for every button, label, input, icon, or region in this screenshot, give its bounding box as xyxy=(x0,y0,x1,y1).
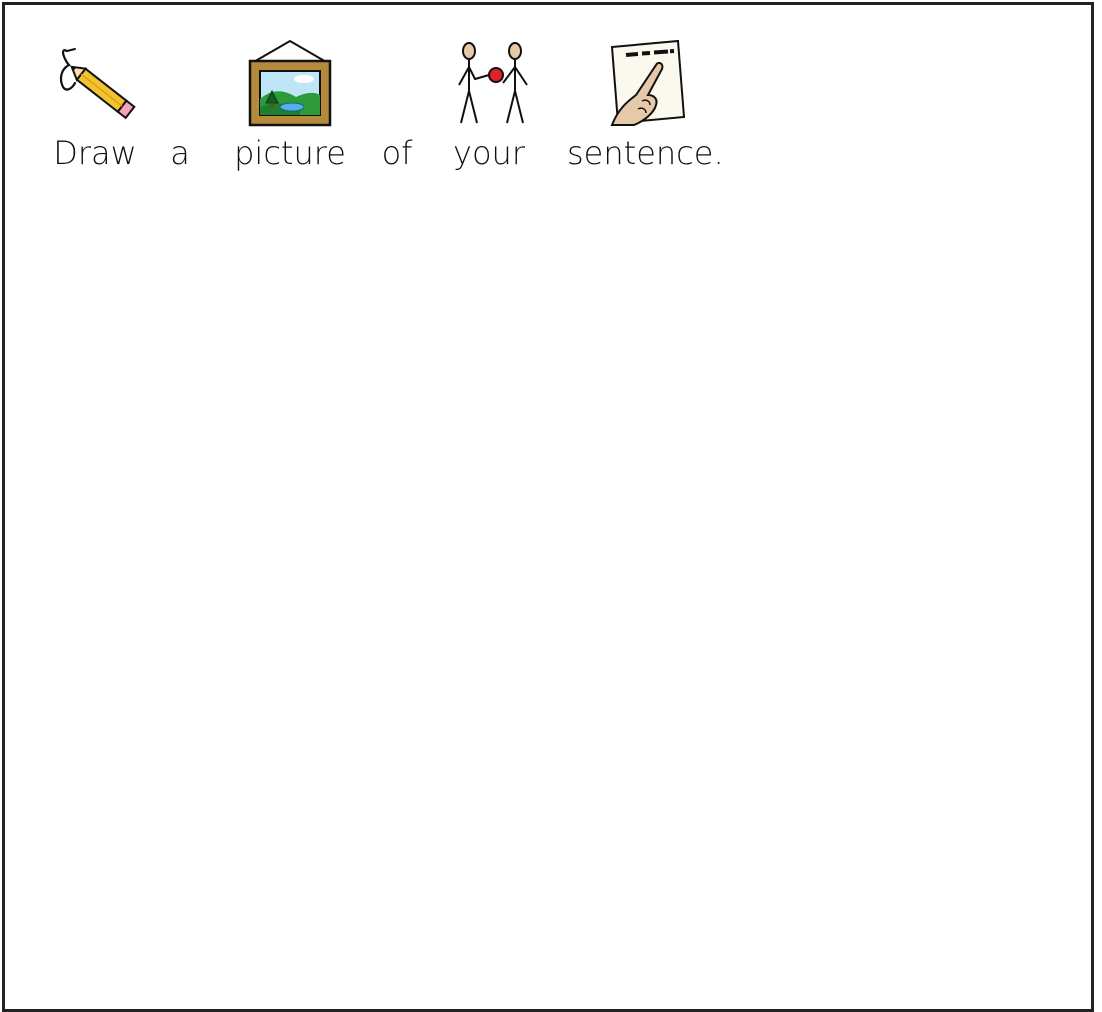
empty-symbol-space xyxy=(165,39,195,129)
word-of: of xyxy=(377,39,417,173)
word-picture: picture xyxy=(230,39,350,173)
two-people-your-icon xyxy=(441,39,537,129)
word-a: a xyxy=(165,39,195,173)
pencil-writing-icon xyxy=(45,39,145,129)
word-label: of xyxy=(377,133,417,173)
empty-symbol-space xyxy=(377,39,417,129)
word-label: sentence. xyxy=(567,133,711,173)
word-label: a xyxy=(165,133,195,173)
word-label: picture xyxy=(230,133,350,173)
word-label: your xyxy=(441,133,537,173)
instruction-sentence: Draw a xyxy=(5,5,1091,205)
word-sentence: sentence. xyxy=(567,39,711,173)
word-your: your xyxy=(441,39,537,173)
worksheet-frame: Draw a xyxy=(2,2,1094,1012)
word-label: Draw xyxy=(45,133,145,173)
word-draw: Draw xyxy=(45,39,145,173)
drawing-area[interactable] xyxy=(5,205,1091,1005)
pointing-at-text-icon xyxy=(584,39,694,129)
framed-picture-icon xyxy=(230,39,350,129)
